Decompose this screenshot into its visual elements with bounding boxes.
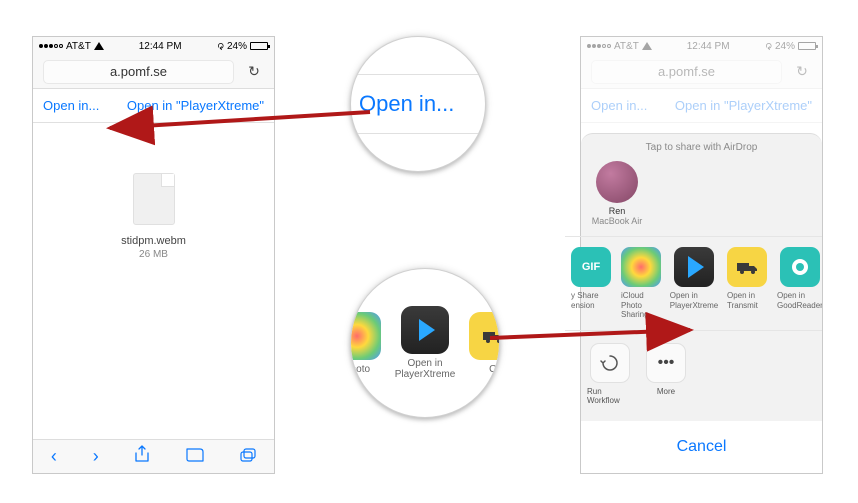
share-app-transmit[interactable]: Open in Transmit	[727, 247, 767, 320]
file-name-label: stidpm.webm	[121, 235, 186, 247]
signal-dots-icon	[39, 44, 63, 48]
action-more[interactable]: ••• More	[643, 343, 689, 405]
airdrop-caption: Tap to share with AirDrop	[581, 142, 822, 161]
open-in-playerxtreme-button[interactable]: Open in "PlayerXtreme"	[127, 98, 264, 113]
mag2-left-label: Photo	[350, 364, 370, 375]
wifi-icon	[642, 42, 652, 50]
reload-icon[interactable]: ↻	[792, 63, 812, 80]
file-size-label: 26 MB	[139, 249, 168, 260]
url-bar: a.pomf.se ↻	[33, 55, 274, 89]
signal-dots-icon	[587, 44, 611, 48]
wifi-icon	[94, 42, 104, 50]
phone-right: AT&T 12:44 PM ⟳ 24% a.pomf.se ↻ Open in.…	[580, 36, 823, 474]
share-app-photos[interactable]: iCloud Photo Sharing	[621, 247, 661, 320]
airdrop-contact[interactable]: Ren MacBook Air	[591, 161, 643, 226]
open-in-bar-right: Open in... Open in "PlayerXtreme"	[581, 89, 822, 123]
photos-app-icon	[621, 247, 661, 287]
orientation-lock-icon: ⟳	[763, 42, 774, 50]
open-in-bar: Open in... Open in "PlayerXtreme"	[33, 89, 274, 123]
battery-pct-label: 24%	[227, 41, 247, 52]
battery-icon	[798, 42, 816, 50]
file-icon	[133, 173, 175, 225]
clock-label: 12:44 PM	[687, 41, 730, 52]
carrier-label: AT&T	[66, 41, 91, 52]
share-sheet: Tap to share with AirDrop Ren MacBook Ai…	[581, 133, 822, 473]
more-icon: •••	[646, 343, 686, 383]
magnifier-open-in-text: Open in...	[351, 75, 485, 133]
contact-device: MacBook Air	[592, 216, 643, 226]
goodreader-app-label: Open in GoodReader	[777, 291, 822, 310]
bookmarks-icon[interactable]	[182, 446, 208, 467]
status-bar-right: AT&T 12:44 PM ⟳ 24%	[581, 37, 822, 55]
share-app-goodreader[interactable]: Open in GoodReader	[777, 247, 822, 320]
playerxtreme-app-icon	[674, 247, 714, 287]
gif-app-icon: GIF	[571, 247, 611, 287]
orientation-lock-icon: ⟳	[215, 42, 226, 50]
battery-pct-label: 24%	[775, 41, 795, 52]
cancel-button[interactable]: Cancel	[587, 427, 816, 467]
browser-toolbar: ‹ ›	[33, 439, 274, 473]
share-app-playerxtreme[interactable]: Open in PlayerXtreme	[671, 247, 717, 320]
transmit-app-icon	[469, 312, 500, 360]
magnifier-playerxtreme: Photo Open in PlayerXtreme O	[350, 268, 500, 418]
tabs-icon[interactable]	[236, 446, 260, 467]
workflow-icon	[590, 343, 630, 383]
share-apps-row[interactable]: GIF y Share ension iCloud Photo Sharing …	[565, 236, 822, 331]
photos-app-icon	[350, 312, 381, 360]
open-in-button[interactable]: Open in...	[591, 98, 647, 113]
url-field[interactable]: a.pomf.se	[591, 60, 782, 84]
share-app-gif[interactable]: GIF y Share ension	[571, 247, 611, 320]
contact-name: Ren	[609, 206, 626, 216]
action-run-workflow[interactable]: Run Workflow	[587, 343, 633, 405]
airdrop-row: Ren MacBook Air	[581, 161, 822, 236]
phone-left: AT&T 12:44 PM ⟳ 24% a.pomf.se ↻ Open in.…	[32, 36, 275, 474]
status-bar: AT&T 12:44 PM ⟳ 24%	[33, 37, 274, 55]
share-icon[interactable]	[130, 445, 154, 468]
transmit-app-icon	[727, 247, 767, 287]
file-preview-area: stidpm.webm 26 MB	[33, 123, 274, 439]
actions-row: Run Workflow ••• More	[581, 331, 822, 421]
clock-label: 12:44 PM	[139, 41, 182, 52]
mag2-right-label: O	[489, 364, 497, 375]
photos-app-label: iCloud Photo Sharing	[621, 291, 661, 320]
gif-app-label: y Share ension	[571, 291, 611, 310]
transmit-app-label: Open in Transmit	[727, 291, 767, 310]
url-field[interactable]: a.pomf.se	[43, 60, 234, 84]
carrier-label: AT&T	[614, 41, 639, 52]
back-icon[interactable]: ‹	[47, 446, 61, 467]
open-in-button[interactable]: Open in...	[43, 98, 99, 113]
avatar	[596, 161, 638, 203]
more-label: More	[657, 387, 675, 396]
battery-icon	[250, 42, 268, 50]
magnifier-open-in: Open in...	[350, 36, 486, 172]
open-in-playerxtreme-button[interactable]: Open in "PlayerXtreme"	[675, 98, 812, 113]
forward-icon[interactable]: ›	[89, 446, 103, 467]
reload-icon[interactable]: ↻	[244, 63, 264, 80]
mag2-center-label: Open in PlayerXtreme	[395, 358, 456, 380]
goodreader-app-icon	[780, 247, 820, 287]
playerxtreme-app-label: Open in PlayerXtreme	[670, 291, 718, 310]
url-bar-right: a.pomf.se ↻	[581, 55, 822, 89]
playerxtreme-app-icon	[401, 306, 449, 354]
workflow-label: Run Workflow	[587, 387, 633, 405]
